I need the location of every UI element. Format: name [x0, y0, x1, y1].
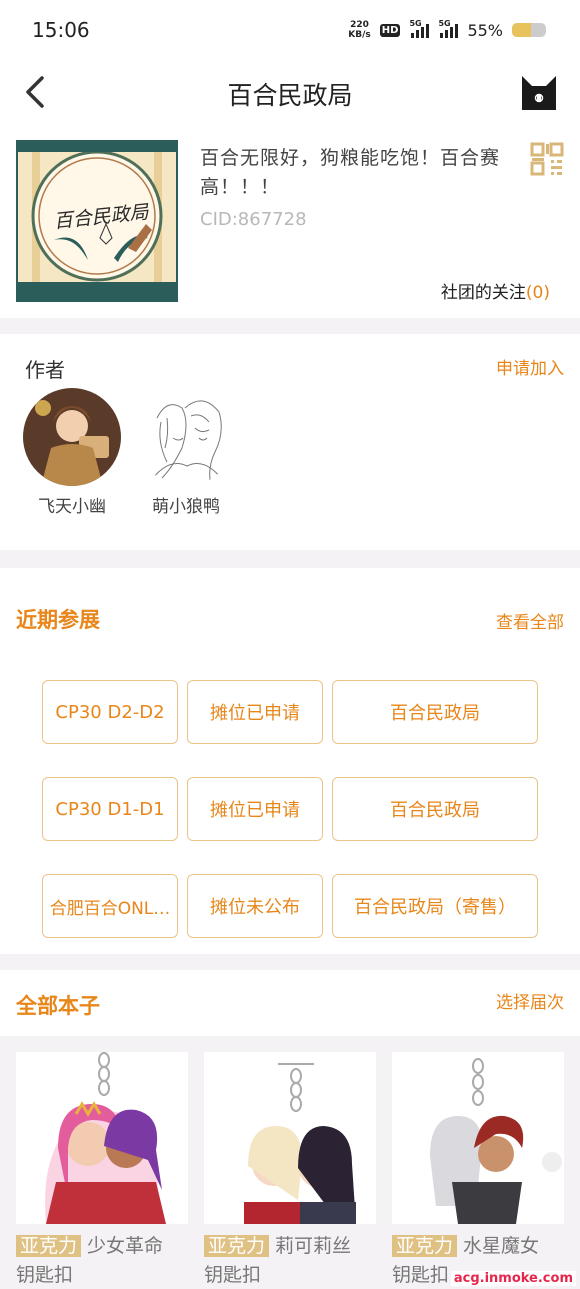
qr-code-button[interactable] [530, 142, 564, 176]
book-thumbnail [204, 1052, 376, 1224]
battery-icon [512, 23, 546, 37]
book-title-line2: 钥匙扣 [204, 1264, 262, 1286]
book-title: 莉可莉丝 [275, 1235, 352, 1257]
event-name-cell[interactable]: CP30 D1-D1 [42, 777, 178, 841]
qr-code-icon [530, 142, 564, 176]
club-description: 百合无限好，狗粮能吃饱！百合赛高！！！ [200, 147, 501, 198]
book-caption: 亚克力 少女革命 钥匙扣 [16, 1232, 188, 1289]
events-section: 近期参展 查看全部 CP30 D2-D2 摊位已申请 百合民政局 CP30 D1… [0, 568, 580, 954]
event-circle-cell[interactable]: 百合民政局 [332, 680, 538, 744]
book-item[interactable]: 亚克力 少女革命 钥匙扣 [16, 1052, 188, 1289]
status-icons: 220 KB/s HD 5G 5G 55% [348, 19, 546, 40]
book-tag: 亚克力 [204, 1235, 270, 1257]
event-status-cell[interactable]: 摊位未公布 [187, 874, 323, 938]
book-item[interactable]: 亚克力 莉可莉丝 钥匙扣 [204, 1052, 376, 1289]
book-title-line2: 钥匙扣 [392, 1264, 450, 1286]
watermark: acg.inmoke.com [450, 1271, 576, 1286]
follow-info[interactable]: 社团的关注(0) [441, 278, 550, 303]
book-title-line2: 钥匙扣 [16, 1264, 74, 1286]
club-cid: CID:867728 [200, 209, 307, 230]
books-section-header: 全部本子 选择届次 [0, 970, 580, 1036]
nav-bar: 百合民政局 [0, 62, 580, 124]
book-title: 水星魔女 [463, 1235, 540, 1257]
books-section-title: 全部本子 [16, 994, 100, 1018]
signal-icon: 5G [438, 19, 459, 38]
event-name-cell[interactable]: 合肥百合ONL… [42, 874, 178, 938]
network-speed: 220 KB/s [348, 20, 371, 40]
hd-icon: HD [379, 23, 401, 37]
select-season-link[interactable]: 选择届次 [496, 988, 564, 1013]
event-name-cell[interactable]: CP30 D2-D2 [42, 680, 178, 744]
cat-icon [522, 76, 556, 110]
author-item[interactable]: 飞天小幽 [17, 388, 127, 517]
signal-icon: 5G [409, 19, 430, 38]
event-status-cell[interactable]: 摊位已申请 [187, 680, 323, 744]
author-name: 飞天小幽 [38, 497, 106, 517]
avatar [137, 388, 235, 486]
club-info-card: 百合民政局 百合无限好，狗粮能吃饱！百合赛高！！！ CID:867728 社团的… [0, 124, 580, 318]
book-thumbnail [16, 1052, 188, 1224]
club-logo[interactable]: 百合民政局 [16, 140, 178, 302]
follow-count: (0) [525, 283, 550, 303]
event-circle-cell[interactable]: 百合民政局 [332, 777, 538, 841]
apply-join-link[interactable]: 申请加入 [496, 354, 564, 379]
book-title: 少女革命 [87, 1235, 164, 1257]
book-item[interactable]: 亚克力 水星魔女 钥匙扣 [392, 1052, 564, 1289]
page-title: 百合民政局 [227, 81, 353, 110]
event-circle-cell[interactable]: 百合民政局（寄售） [332, 874, 538, 938]
book-caption: 亚克力 莉可莉丝 钥匙扣 [204, 1232, 376, 1289]
status-time: 15:06 [32, 18, 90, 42]
authors-section: 作者 申请加入 飞天小幽 萌小狼鸭 [0, 334, 580, 550]
battery-percent: 55% [467, 20, 503, 40]
see-all-link[interactable]: 查看全部 [496, 608, 564, 633]
battery-fill [512, 23, 531, 37]
book-tag: 亚克力 [392, 1235, 458, 1257]
author-item[interactable]: 萌小狼鸭 [131, 388, 241, 517]
author-name: 萌小狼鸭 [152, 497, 220, 517]
event-status-cell[interactable]: 摊位已申请 [187, 777, 323, 841]
status-bar: 15:06 220 KB/s HD 5G 5G 55% [0, 0, 580, 62]
book-thumbnail [392, 1052, 564, 1224]
authors-section-label: 作者 [25, 358, 65, 382]
follow-label: 社团的关注 [440, 283, 526, 303]
cat-menu-button[interactable] [518, 70, 560, 112]
book-tag: 亚克力 [16, 1235, 82, 1257]
avatar [23, 388, 121, 486]
events-section-title: 近期参展 [16, 608, 100, 632]
